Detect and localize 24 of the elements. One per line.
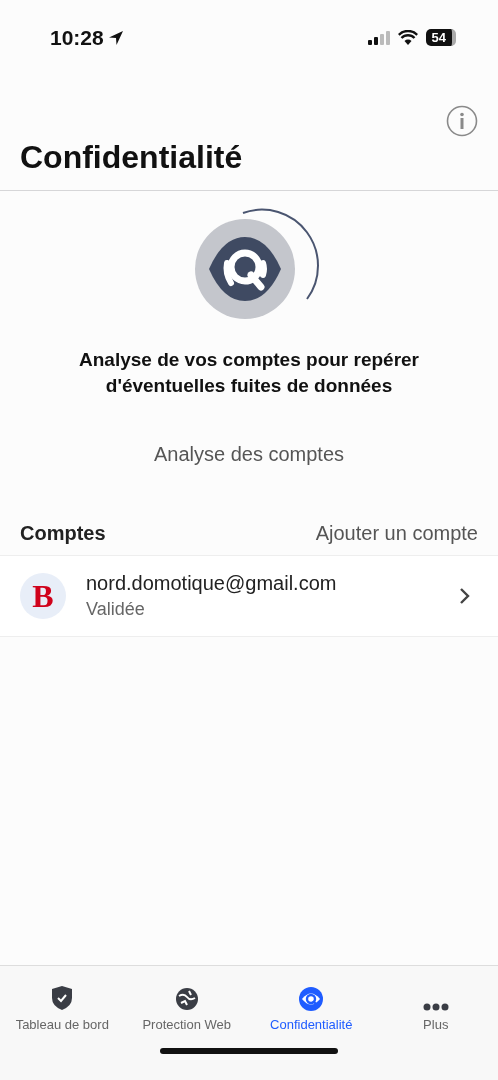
section-label: Comptes (20, 522, 106, 545)
hero-heading: Analyse de vos comptes pour repérer d'éventuelles fuites de données (78, 348, 420, 398)
add-account-link[interactable]: Ajouter un compte (315, 522, 478, 545)
location-arrow-icon (106, 28, 125, 47)
scan-accounts-button[interactable]: Analyse des comptes (143, 439, 355, 470)
tab[interactable]: Confidentialité (249, 976, 374, 1032)
tab[interactable]: Tableau de bord (0, 976, 125, 1032)
chevron-right-icon (458, 587, 470, 605)
account-status: Validée (86, 599, 146, 620)
account-email: nord.domotique@gmail.com (86, 572, 338, 595)
signal-icon (367, 30, 390, 45)
more-icon (422, 1003, 449, 1011)
shield-check-icon (51, 985, 74, 1011)
status-time: 10:28 (50, 25, 104, 50)
tab[interactable]: Plus (373, 976, 498, 1032)
globe-icon (174, 987, 199, 1011)
tab[interactable]: Protection Web (124, 976, 249, 1032)
account-row[interactable]: B nord.domotique@gmail.com Validée (0, 555, 498, 637)
eye-icon (298, 987, 325, 1011)
wifi-icon (397, 30, 418, 45)
battery-indicator: 54 (425, 29, 456, 46)
info-icon[interactable] (446, 105, 478, 137)
account-logo: B (20, 573, 66, 619)
page-title: Confidentialité (20, 139, 244, 176)
